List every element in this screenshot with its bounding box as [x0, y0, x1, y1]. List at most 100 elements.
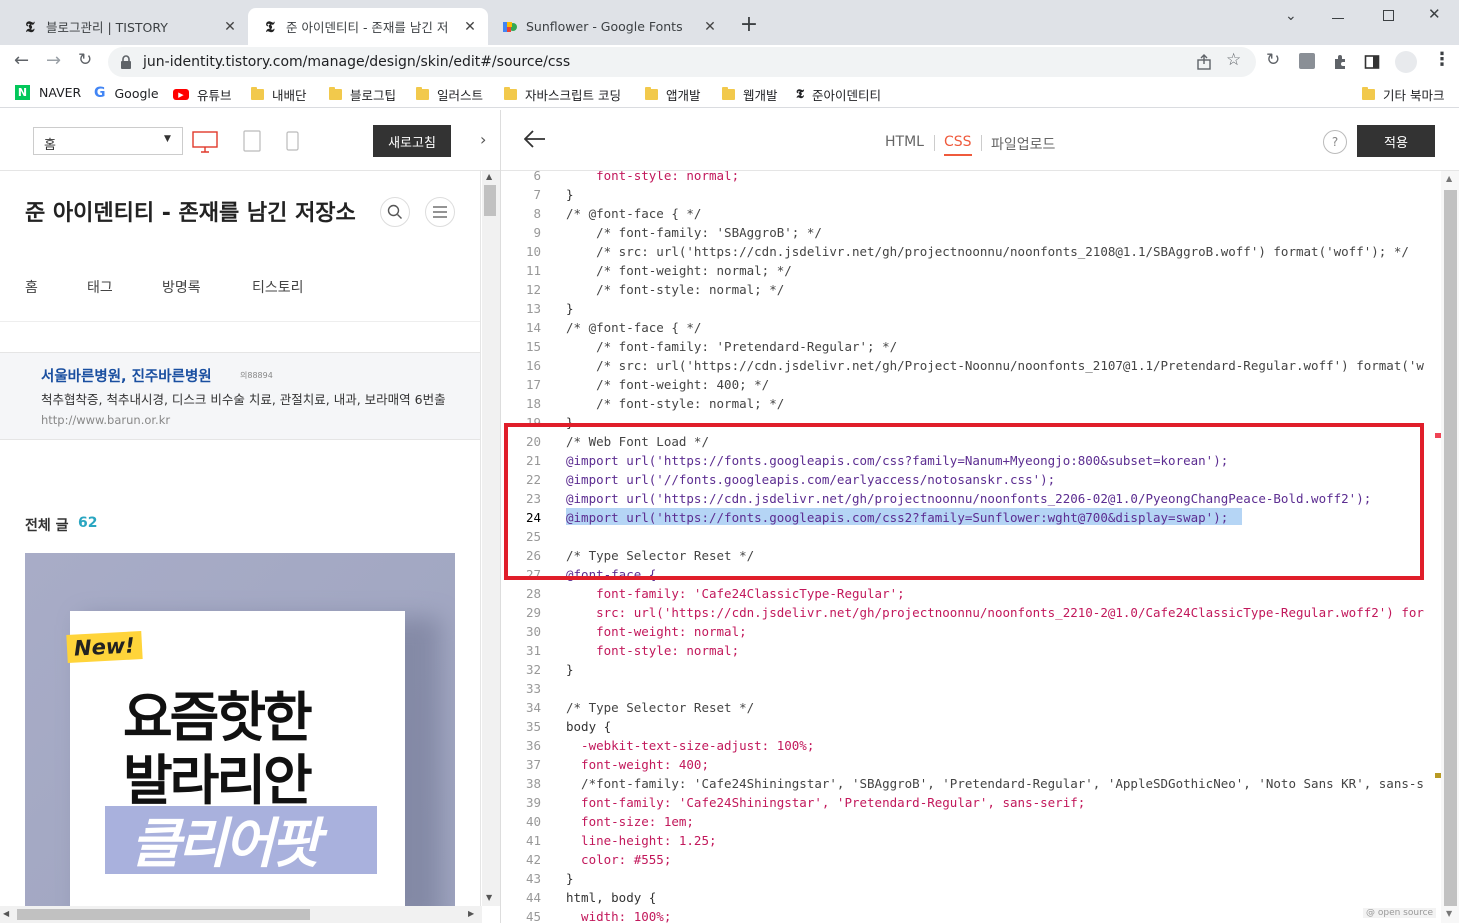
scroll-up-arrow-icon[interactable]: ▲: [486, 172, 492, 181]
tab-blog-edit[interactable]: 𝕿 준 아이덴티티 - 존재를 남긴 저 ✕: [248, 8, 488, 45]
profile-avatar[interactable]: [1395, 51, 1417, 73]
scrollbar-thumb[interactable]: [1444, 190, 1457, 906]
extension-reload-icon[interactable]: ↻: [1266, 50, 1280, 70]
help-button[interactable]: ?: [1323, 130, 1347, 154]
close-tab-icon[interactable]: ✕: [220, 19, 240, 35]
address-bar[interactable]: jun-identity.tistory.com/manage/design/s…: [108, 47, 1256, 77]
code-line[interactable]: body {: [566, 719, 611, 734]
bookmark-google[interactable]: G Google: [94, 85, 159, 101]
ad-box[interactable]: 서울바른병원, 진주바른병원 의88894 척추협착증, 척추내시경, 디스크 …: [0, 352, 480, 440]
menu-button[interactable]: [425, 197, 455, 227]
page-select[interactable]: 홈 ▼: [33, 127, 183, 155]
extensions-puzzle-icon[interactable]: [1332, 54, 1348, 70]
scroll-right-arrow-icon[interactable]: ▶: [468, 909, 474, 918]
code-line[interactable]: /* Type Selector Reset */: [566, 700, 754, 715]
refresh-button[interactable]: 새로고침: [373, 125, 451, 157]
ad-url[interactable]: http://www.barun.or.kr: [41, 413, 170, 427]
preview-horizontal-scrollbar[interactable]: ◀ ▶: [0, 906, 482, 923]
bookmark-folder[interactable]: 블로그팁: [329, 85, 396, 104]
apply-button[interactable]: 적용: [1357, 125, 1435, 157]
nav-tag[interactable]: 태그: [87, 277, 113, 297]
tab-html[interactable]: HTML: [885, 134, 924, 150]
code-line[interactable]: /* src: url('https://cdn.jsdelivr.net/gh…: [566, 244, 1409, 259]
search-button[interactable]: [380, 197, 410, 227]
post-thumbnail[interactable]: New! 요즘핫한 발라리안 클리어팟: [25, 553, 455, 906]
tablet-view-icon[interactable]: [243, 130, 261, 152]
code-line[interactable]: /* font-style: normal; */: [566, 396, 784, 411]
code-line[interactable]: /* @font-face { */: [566, 206, 701, 221]
scrollbar-thumb[interactable]: [17, 909, 310, 920]
scroll-left-arrow-icon[interactable]: ◀: [3, 909, 9, 918]
close-tab-icon[interactable]: ✕: [700, 19, 720, 35]
tab-google-fonts[interactable]: Sunflower - Google Fonts ✕: [488, 8, 728, 45]
editor-vertical-scrollbar[interactable]: ▲ ▼: [1435, 171, 1459, 923]
share-icon[interactable]: [1196, 54, 1212, 70]
bookmark-folder[interactable]: 앱개발: [645, 85, 701, 104]
bookmark-junidentity[interactable]: 𝕿 준아이덴티티: [796, 85, 881, 104]
back-arrow-icon[interactable]: [524, 130, 546, 148]
code-line[interactable]: /* font-style: normal; */: [566, 282, 784, 297]
bookmark-other[interactable]: 기타 북마크: [1362, 85, 1444, 104]
code-line[interactable]: }: [566, 301, 574, 316]
ad-title[interactable]: 서울바른병원, 진주바른병원: [41, 365, 212, 386]
nav-guestbook[interactable]: 방명록: [162, 277, 201, 297]
collapse-panel-icon[interactable]: ›: [480, 130, 486, 149]
side-panel-icon[interactable]: [1364, 54, 1380, 70]
close-window-icon[interactable]: ✕: [1428, 5, 1441, 23]
bookmark-folder[interactable]: 웹개발: [722, 85, 778, 104]
close-tab-icon[interactable]: ✕: [460, 19, 480, 35]
tab-css[interactable]: CSS: [944, 134, 972, 150]
scroll-up-arrow-icon[interactable]: ▲: [1446, 174, 1452, 183]
code-line[interactable]: }: [566, 187, 574, 202]
code-line[interactable]: -webkit-text-size-adjust: 100%;: [566, 738, 814, 753]
back-icon[interactable]: ←: [14, 50, 29, 71]
code-line[interactable]: font-family: 'Cafe24ClassicType-Regular'…: [566, 586, 905, 601]
code-line[interactable]: font-size: 1em;: [566, 814, 694, 829]
bookmark-youtube[interactable]: ▶ 유튜브: [173, 85, 232, 104]
bookmark-folder[interactable]: 일러스트: [416, 85, 483, 104]
desktop-view-icon[interactable]: [192, 131, 218, 153]
code-line[interactable]: html, body {: [566, 890, 656, 905]
forward-icon[interactable]: →: [46, 50, 61, 71]
reload-icon[interactable]: ↻: [78, 50, 92, 70]
scrollbar-thumb[interactable]: [484, 185, 496, 216]
code-line[interactable]: font-weight: 400;: [566, 757, 709, 772]
code-line[interactable]: font-style: normal;: [566, 171, 739, 183]
code-line[interactable]: /* @font-face { */: [566, 320, 701, 335]
maximize-icon[interactable]: [1383, 10, 1394, 21]
code-line[interactable]: /* font-family: 'SBAggroB'; */: [566, 225, 822, 240]
tab-file-upload[interactable]: 파일업로드: [991, 134, 1055, 154]
code-line[interactable]: line-height: 1.25;: [566, 833, 716, 848]
mobile-view-icon[interactable]: [286, 131, 299, 151]
code-line[interactable]: color: #555;: [566, 852, 671, 867]
menu-kebab-icon[interactable]: ⋮: [1433, 49, 1451, 70]
nav-home[interactable]: 홈: [25, 277, 38, 297]
bookmark-naver[interactable]: N NAVER: [15, 85, 81, 100]
code-line[interactable]: font-weight: normal;: [566, 624, 747, 639]
bookmark-folder[interactable]: 자바스크립트 코딩: [504, 85, 621, 104]
bookmark-star-icon[interactable]: ☆: [1226, 50, 1241, 70]
bookmark-folder[interactable]: 내배단: [251, 85, 307, 104]
preview-vertical-scrollbar[interactable]: ▲ ▼: [482, 171, 500, 906]
code-line[interactable]: font-family: 'Cafe24Shiningstar', 'Prete…: [566, 795, 1085, 810]
code-line[interactable]: }: [566, 871, 574, 886]
tistory-favicon-icon: 𝕿: [25, 17, 35, 36]
code-line[interactable]: src: url('https://cdn.jsdelivr.net/gh/pr…: [566, 605, 1424, 620]
code-line[interactable]: /*font-family: 'Cafe24Shiningstar', 'SBA…: [566, 776, 1424, 791]
bookmark-label: 앱개발: [666, 88, 701, 103]
minimize-icon[interactable]: [1332, 18, 1344, 19]
code-line[interactable]: /* font-weight: normal; */: [566, 263, 792, 278]
code-line[interactable]: /* font-weight: 400; */: [566, 377, 769, 392]
code-line[interactable]: font-style: normal;: [566, 643, 739, 658]
code-line[interactable]: }: [566, 662, 574, 677]
extension-avatar-icon[interactable]: [1299, 53, 1315, 69]
code-line[interactable]: width: 100%;: [566, 909, 671, 923]
nav-tistory[interactable]: 티스토리: [252, 277, 304, 297]
tab-search-chevron-icon[interactable]: ⌄: [1285, 8, 1297, 24]
code-line[interactable]: /* src: url('https://cdn.jsdelivr.net/gh…: [566, 358, 1424, 373]
new-tab-button[interactable]: +: [736, 12, 762, 38]
scroll-down-arrow-icon[interactable]: ▼: [486, 893, 492, 902]
code-line[interactable]: /* font-family: 'Pretendard-Regular'; */: [566, 339, 897, 354]
scroll-down-arrow-icon[interactable]: ▼: [1446, 909, 1452, 918]
tab-tistory-admin[interactable]: 𝕿 블로그관리 | TISTORY ✕: [8, 8, 248, 45]
